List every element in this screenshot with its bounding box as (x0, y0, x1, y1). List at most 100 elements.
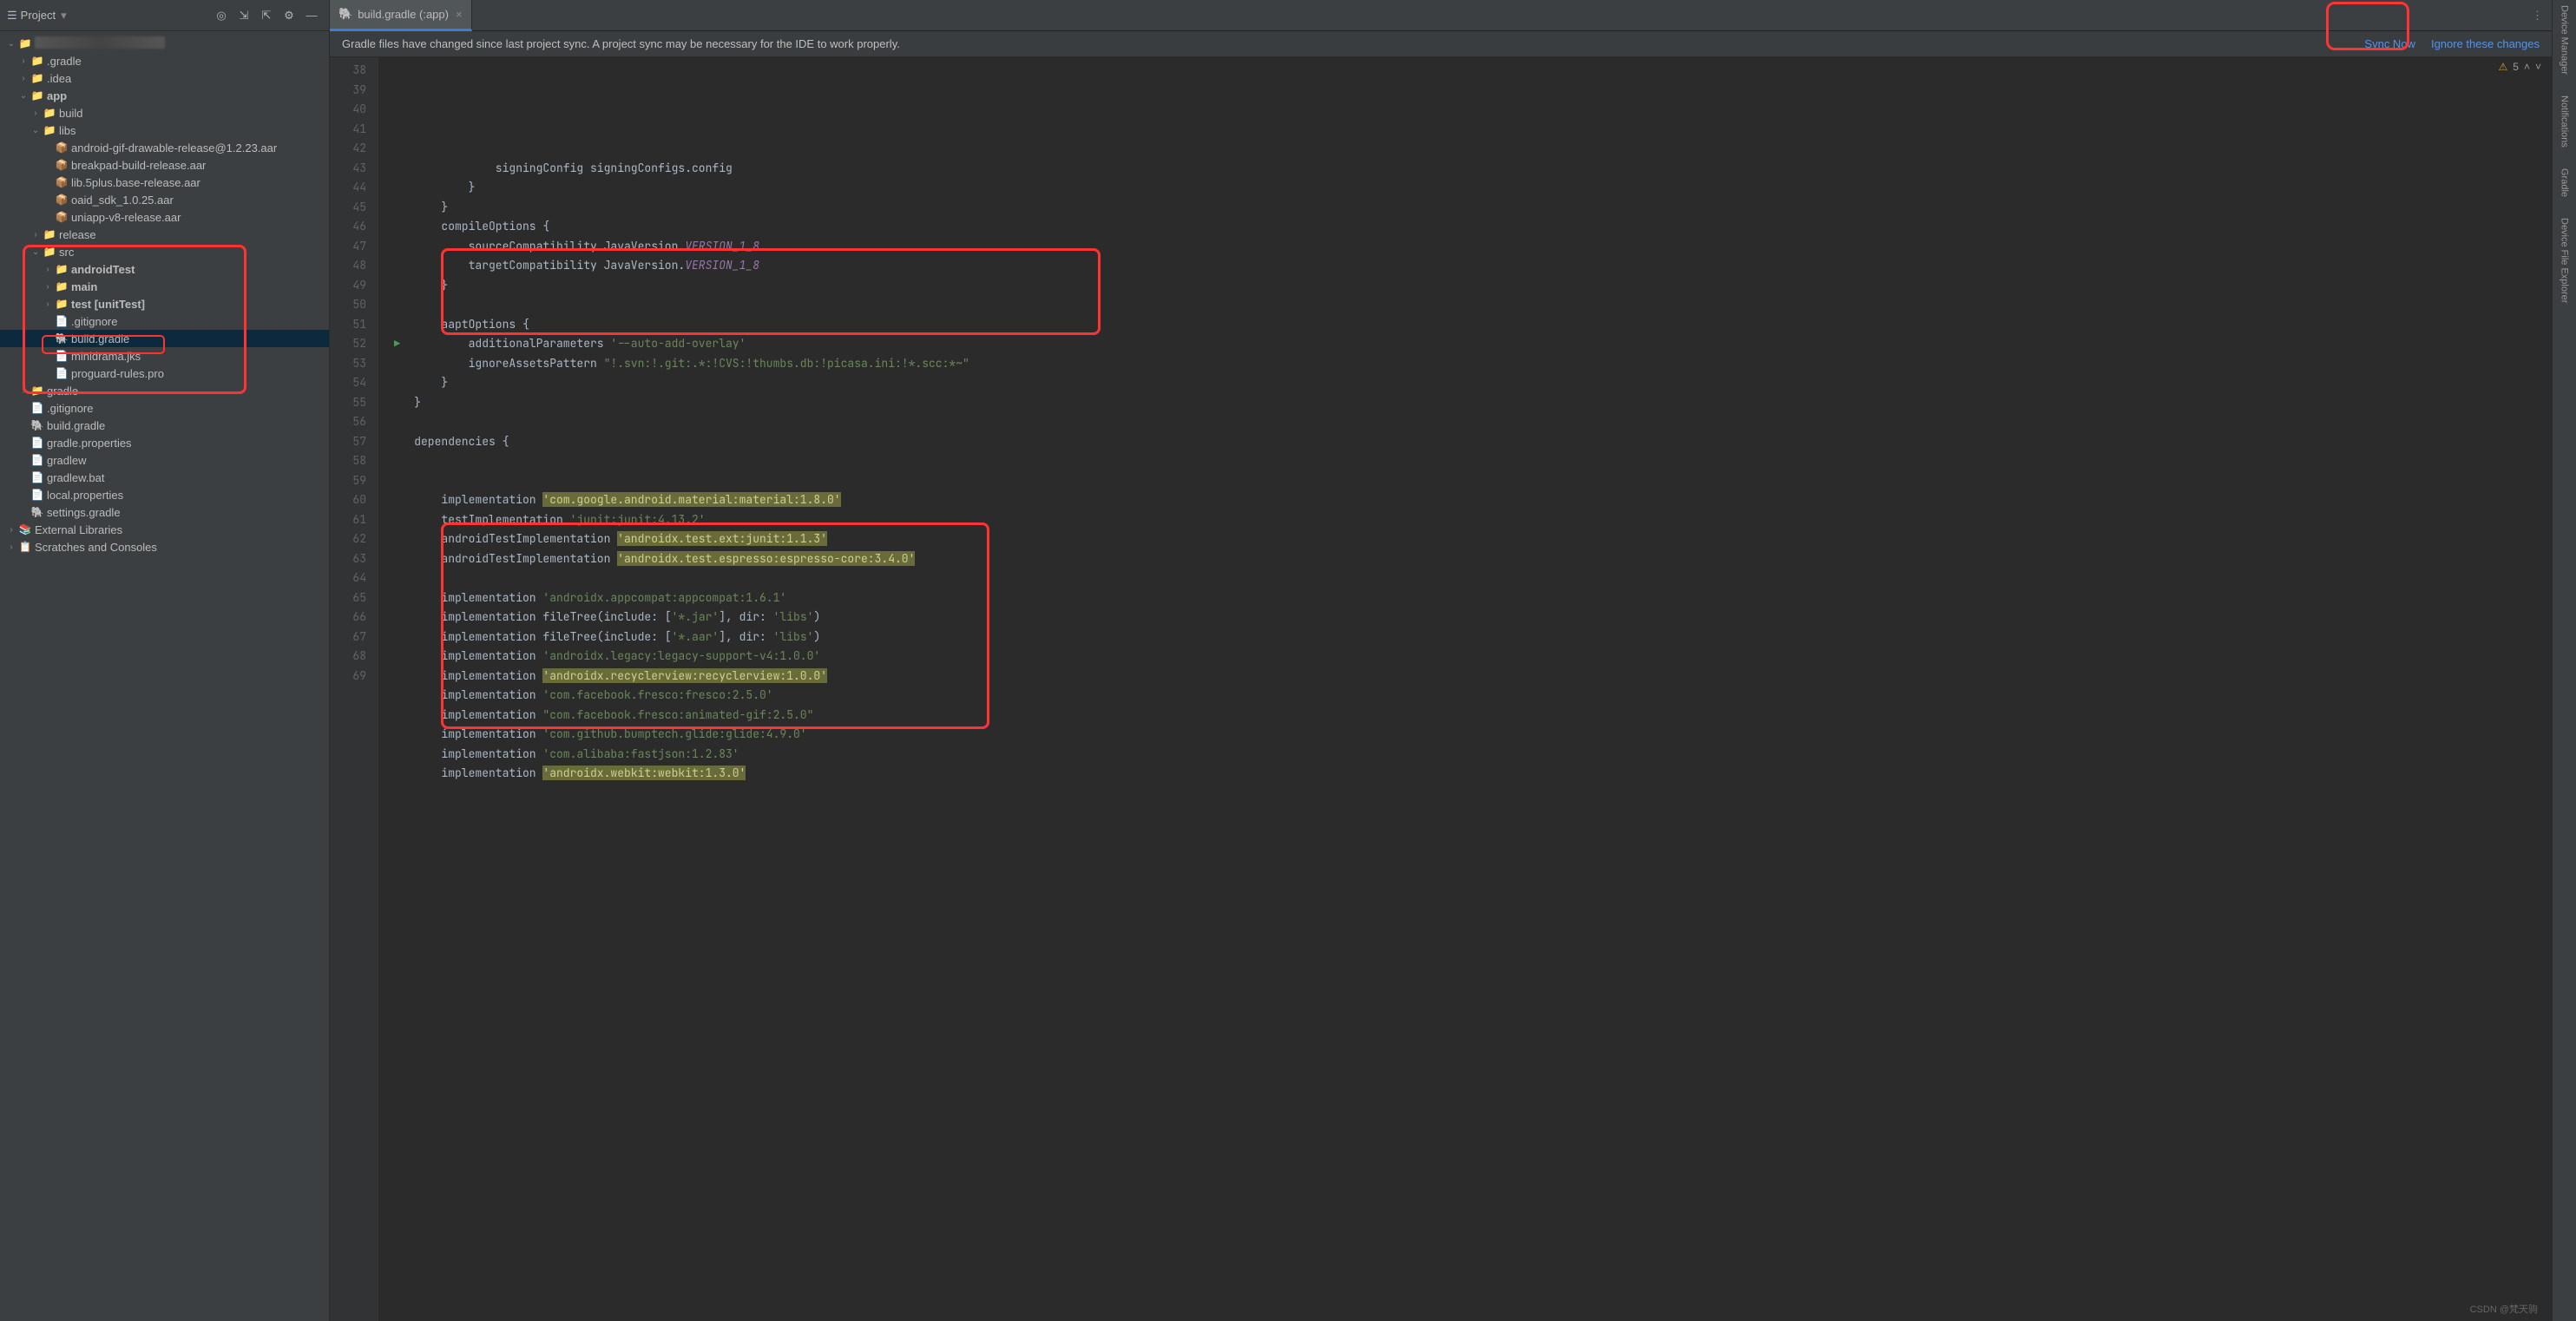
tree-arrow-icon[interactable]: › (42, 282, 54, 292)
tree-arrow-icon[interactable]: ⌄ (30, 247, 42, 257)
tab-build-gradle[interactable]: 🐘 build.gradle (:app) × (330, 0, 472, 31)
file-icon: 📦 (54, 194, 69, 206)
run-gutter-icon[interactable]: ▶ (394, 334, 400, 354)
tree-arrow-icon[interactable]: ⌄ (17, 91, 30, 101)
tree-arrow-icon[interactable]: › (5, 542, 17, 552)
tree-label: proguard-rules.pro (71, 367, 324, 380)
tree-label: gradle (47, 384, 324, 398)
tree-item[interactable]: 📦android-gif-drawable-release@1.2.23.aar (0, 139, 329, 156)
tree-label: local.properties (47, 489, 324, 502)
tree-arrow-icon[interactable]: › (17, 74, 30, 83)
gear-icon[interactable]: ⚙ (279, 5, 299, 26)
tree-item[interactable]: 📄minidrama.jks (0, 347, 329, 365)
tool-gradle[interactable]: Gradle (2560, 168, 2570, 197)
hide-icon[interactable]: — (301, 5, 322, 26)
project-icon: ☰ (7, 9, 17, 23)
file-icon: 🐘 (30, 506, 45, 518)
warning-count: 5 (2513, 61, 2519, 73)
tree-arrow-icon[interactable]: › (42, 299, 54, 309)
tree-label: .gitignore (47, 402, 324, 415)
tree-item[interactable]: ›📋Scratches and Consoles (0, 538, 329, 555)
file-icon: 📁 (54, 298, 69, 310)
tab-label: build.gradle (:app) (358, 8, 449, 21)
project-label[interactable]: Project (21, 9, 56, 22)
ignore-link[interactable]: Ignore these changes (2431, 37, 2540, 50)
tree-item[interactable]: ›📁test [unitTest] (0, 295, 329, 312)
tree-item[interactable]: ›📁main (0, 278, 329, 295)
tree-item[interactable]: ⌄📁libs (0, 122, 329, 139)
tool-device-manager[interactable]: Device Manager (2560, 5, 2570, 75)
tool-device-file-explorer[interactable]: Device File Explorer (2560, 218, 2570, 303)
tree-item[interactable]: 🐘settings.gradle (0, 503, 329, 521)
watermark: CSDN @梵天驹 (2470, 1302, 2538, 1316)
code-editor[interactable]: 3839404142434445464748495051525354555657… (330, 57, 2552, 1321)
expand-icon[interactable]: ⇲ (233, 5, 254, 26)
file-icon: 📋 (17, 541, 33, 553)
project-tree[interactable]: ⌄📁›📁.gradle›📁.idea⌄📁app›📁build⌄📁libs📦and… (0, 31, 329, 1321)
file-icon: 📄 (30, 471, 45, 483)
tree-arrow-icon[interactable]: › (42, 265, 54, 274)
tree-arrow-icon[interactable]: › (17, 386, 30, 396)
tree-label: lib.5plus.base-release.aar (71, 176, 324, 189)
tree-item[interactable]: ⌄📁 (0, 35, 329, 52)
target-icon[interactable]: ◎ (211, 5, 232, 26)
chevron-down-icon[interactable]: ˅ (2535, 61, 2541, 73)
chevron-up-icon[interactable]: ˄ (2524, 61, 2530, 73)
close-icon[interactable]: × (456, 8, 463, 21)
tree-label: androidTest (71, 263, 324, 276)
tree-item[interactable]: ⌄📁src (0, 243, 329, 260)
project-sidebar: ☰ Project ▾ ◎ ⇲ ⇱ ⚙ — ⌄📁›📁.gradle›📁.idea… (0, 0, 330, 1321)
tree-arrow-icon[interactable]: › (30, 108, 42, 118)
warning-icon: ⚠ (2499, 61, 2508, 73)
editor-area: 🐘 build.gradle (:app) × ⋮ Gradle files h… (330, 0, 2552, 1321)
sync-notification: Gradle files have changed since last pro… (330, 31, 2552, 57)
tree-item[interactable]: ›📁androidTest (0, 260, 329, 278)
tree-label: android-gif-drawable-release@1.2.23.aar (71, 141, 324, 154)
tree-label: build.gradle (71, 332, 324, 345)
tree-item[interactable]: 📦oaid_sdk_1.0.25.aar (0, 191, 329, 208)
file-icon: 📄 (30, 402, 45, 414)
tree-item[interactable]: 📦uniapp-v8-release.aar (0, 208, 329, 226)
tree-item[interactable]: ›📁release (0, 226, 329, 243)
file-icon: 📁 (30, 55, 45, 67)
tree-item[interactable]: ›📁.idea (0, 69, 329, 87)
tree-arrow-icon[interactable]: ⌄ (5, 39, 17, 49)
tree-item[interactable]: 📦lib.5plus.base-release.aar (0, 174, 329, 191)
collapse-icon[interactable]: ⇱ (256, 5, 277, 26)
line-gutter: 3839404142434445464748495051525354555657… (330, 57, 378, 1321)
tree-item[interactable]: 📄local.properties (0, 486, 329, 503)
file-icon: 📁 (42, 107, 57, 119)
file-icon: 📁 (42, 124, 57, 136)
tree-arrow-icon[interactable]: › (5, 525, 17, 535)
tree-item[interactable]: ›📁build (0, 104, 329, 122)
tree-item[interactable]: ›📁.gradle (0, 52, 329, 69)
tree-arrow-icon[interactable]: › (30, 230, 42, 240)
tree-item[interactable]: 📄gradle.properties (0, 434, 329, 451)
tree-arrow-icon[interactable]: › (17, 56, 30, 66)
code-content[interactable]: ▶ signingConfig signingConfigs.config } … (378, 57, 2552, 1321)
tree-item[interactable]: 📄gradlew (0, 451, 329, 469)
tree-item[interactable]: ›📁gradle (0, 382, 329, 399)
chevron-down-icon[interactable]: ▾ (61, 9, 67, 23)
tab-bar: 🐘 build.gradle (:app) × ⋮ (330, 0, 2552, 31)
right-tool-strip: Device Manager Notifications Gradle Devi… (2552, 0, 2576, 1321)
tree-item[interactable]: 📄.gitignore (0, 312, 329, 330)
tree-item[interactable]: 📄gradlew.bat (0, 469, 329, 486)
more-icon[interactable]: ⋮ (2532, 9, 2543, 23)
tree-label: gradlew.bat (47, 471, 324, 484)
tree-item[interactable]: 📄proguard-rules.pro (0, 365, 329, 382)
tree-label: src (59, 246, 324, 259)
tree-item[interactable]: 🐘build.gradle (0, 417, 329, 434)
tree-item[interactable]: 🐘build.gradle (0, 330, 329, 347)
tree-arrow-icon[interactable]: ⌄ (30, 126, 42, 135)
tool-notifications[interactable]: Notifications (2560, 95, 2570, 148)
sync-now-link[interactable]: Sync Now (2364, 37, 2415, 50)
tree-item[interactable]: 📦breakpad-build-release.aar (0, 156, 329, 174)
tree-item[interactable]: 📄.gitignore (0, 399, 329, 417)
tree-item[interactable]: ⌄📁app (0, 87, 329, 104)
tree-item[interactable]: ›📚External Libraries (0, 521, 329, 538)
tree-label: breakpad-build-release.aar (71, 159, 324, 172)
file-icon: 📁 (54, 263, 69, 275)
inspection-summary[interactable]: ⚠ 5 ˄ ˅ (2499, 61, 2541, 73)
file-icon: 📚 (17, 523, 33, 536)
